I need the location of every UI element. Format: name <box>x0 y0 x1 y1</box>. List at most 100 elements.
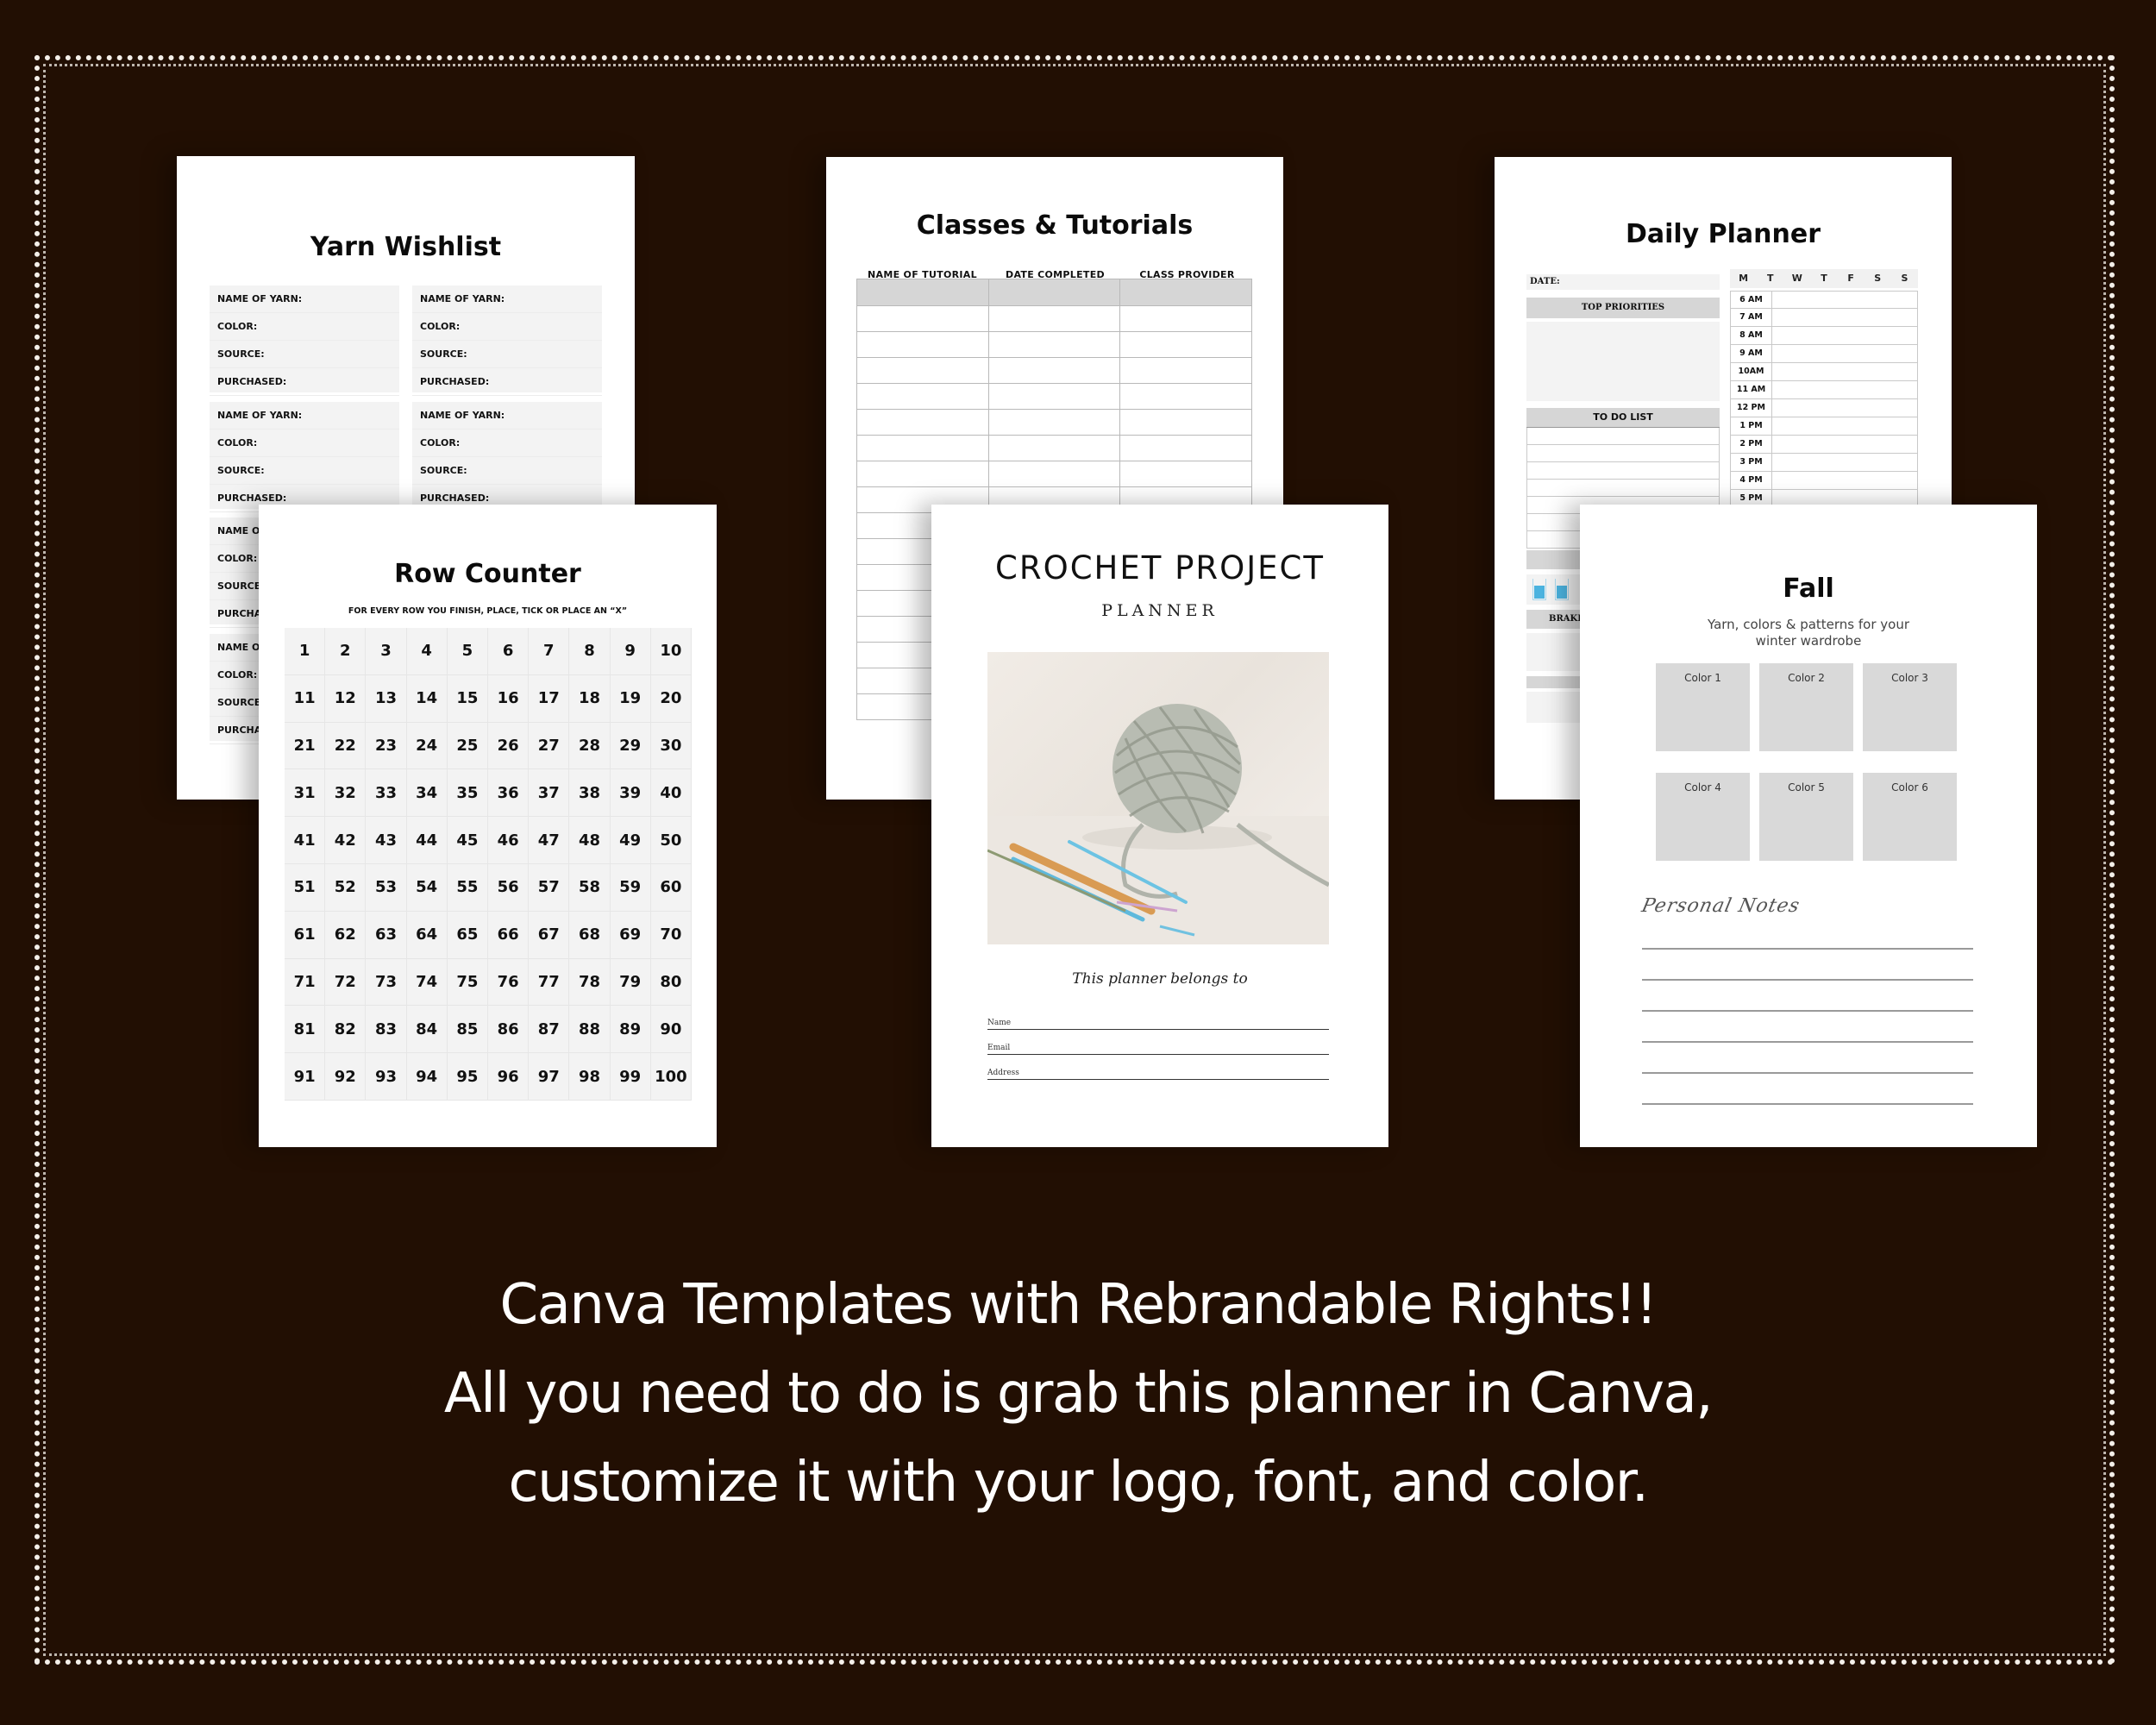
table-cell[interactable] <box>987 331 1121 358</box>
table-cell[interactable] <box>1119 331 1252 358</box>
yarn-field-label[interactable]: NAME OF YARN: <box>412 285 602 313</box>
row-counter-cell[interactable]: 62 <box>325 911 367 959</box>
row-counter-cell[interactable]: 81 <box>285 1006 326 1054</box>
row-counter-cell[interactable]: 90 <box>650 1006 692 1054</box>
time-slot[interactable] <box>1772 309 1917 326</box>
table-cell[interactable] <box>1119 383 1252 410</box>
date-field[interactable]: DATE: <box>1526 274 1720 290</box>
water-glass-icon[interactable] <box>1555 579 1569 600</box>
row-counter-cell[interactable]: 73 <box>366 958 407 1007</box>
row-counter-cell[interactable]: 89 <box>610 1006 651 1054</box>
yarn-field-label[interactable]: NAME OF YARN: <box>412 402 602 430</box>
row-counter-cell[interactable]: 74 <box>406 958 448 1007</box>
row-counter-cell[interactable]: 53 <box>366 863 407 912</box>
row-counter-cell[interactable]: 75 <box>447 958 488 1007</box>
time-slot[interactable] <box>1772 381 1917 398</box>
row-counter-cell[interactable]: 24 <box>406 722 448 770</box>
row-counter-cell[interactable]: 58 <box>569 863 611 912</box>
row-counter-cell[interactable]: 13 <box>366 674 407 723</box>
schedule-row[interactable]: 6 AM <box>1730 291 1918 309</box>
schedule-row[interactable]: 7 AM <box>1730 309 1918 327</box>
table-cell[interactable] <box>987 383 1121 410</box>
row-counter-cell[interactable]: 39 <box>610 769 651 818</box>
row-counter-cell[interactable]: 16 <box>488 674 530 723</box>
row-counter-cell[interactable]: 55 <box>447 863 488 912</box>
row-counter-cell[interactable]: 41 <box>285 817 326 864</box>
schedule-row[interactable]: 4 PM <box>1730 472 1918 490</box>
table-cell[interactable] <box>1119 357 1252 384</box>
row-counter-cell[interactable]: 32 <box>325 769 367 818</box>
row-counter-cell[interactable]: 79 <box>610 958 651 1007</box>
schedule-row[interactable]: 12 PM <box>1730 399 1918 417</box>
todo-line[interactable] <box>1526 480 1720 497</box>
row-counter-cell[interactable]: 34 <box>406 769 448 818</box>
row-counter-cell[interactable]: 85 <box>447 1006 488 1054</box>
row-counter-cell[interactable]: 68 <box>569 911 611 959</box>
row-counter-cell[interactable]: 54 <box>406 863 448 912</box>
row-counter-cell[interactable]: 7 <box>529 628 570 675</box>
time-slot[interactable] <box>1772 345 1917 362</box>
row-counter-cell[interactable]: 49 <box>610 817 651 864</box>
time-slot[interactable] <box>1772 472 1917 489</box>
color-swatch[interactable]: Color 4 <box>1656 773 1750 861</box>
color-swatch[interactable]: Color 5 <box>1759 773 1853 861</box>
row-counter-cell[interactable]: 38 <box>569 769 611 818</box>
row-counter-cell[interactable]: 96 <box>488 1053 530 1101</box>
row-counter-cell[interactable]: 77 <box>529 958 570 1007</box>
time-slot[interactable] <box>1772 454 1917 471</box>
row-counter-cell[interactable]: 46 <box>488 817 530 864</box>
row-counter-cell[interactable]: 84 <box>406 1006 448 1054</box>
yarn-field-label[interactable]: SOURCE: <box>210 457 399 485</box>
row-counter-cell[interactable]: 23 <box>366 722 407 770</box>
row-counter-cell[interactable]: 25 <box>447 722 488 770</box>
table-cell[interactable] <box>1119 409 1252 436</box>
row-counter-cell[interactable]: 88 <box>569 1006 611 1054</box>
top-priorities-area[interactable] <box>1526 322 1720 401</box>
row-counter-cell[interactable]: 95 <box>447 1053 488 1101</box>
note-line[interactable] <box>1642 948 1973 950</box>
owner-field-address[interactable]: Address <box>987 1063 1329 1080</box>
row-counter-cell[interactable]: 57 <box>529 863 570 912</box>
row-counter-cell[interactable]: 19 <box>610 674 651 723</box>
todo-line[interactable] <box>1526 445 1720 462</box>
row-counter-cell[interactable]: 48 <box>569 817 611 864</box>
row-counter-cell[interactable]: 82 <box>325 1006 367 1054</box>
yarn-field-label[interactable]: PURCHASED: <box>210 368 399 396</box>
row-counter-cell[interactable]: 61 <box>285 911 326 959</box>
row-counter-cell[interactable]: 50 <box>650 817 692 864</box>
table-cell[interactable] <box>1119 435 1252 461</box>
row-counter-cell[interactable]: 12 <box>325 674 367 723</box>
row-counter-cell[interactable]: 8 <box>569 628 611 675</box>
row-counter-cell[interactable]: 29 <box>610 722 651 770</box>
time-slot[interactable] <box>1772 292 1917 308</box>
row-counter-cell[interactable]: 31 <box>285 769 326 818</box>
row-counter-cell[interactable]: 64 <box>406 911 448 959</box>
table-cell[interactable] <box>856 305 989 332</box>
row-counter-cell[interactable]: 2 <box>325 628 367 675</box>
row-counter-cell[interactable]: 52 <box>325 863 367 912</box>
table-cell[interactable] <box>856 383 989 410</box>
owner-field-email[interactable]: Email <box>987 1038 1329 1055</box>
row-counter-cell[interactable]: 1 <box>285 628 326 675</box>
row-counter-cell[interactable]: 30 <box>650 722 692 770</box>
row-counter-cell[interactable]: 37 <box>529 769 570 818</box>
row-counter-cell[interactable]: 76 <box>488 958 530 1007</box>
schedule-row[interactable]: 3 PM <box>1730 454 1918 472</box>
row-counter-cell[interactable]: 94 <box>406 1053 448 1101</box>
yarn-field-label[interactable]: PURCHASED: <box>412 368 602 396</box>
row-counter-cell[interactable]: 97 <box>529 1053 570 1101</box>
row-counter-cell[interactable]: 47 <box>529 817 570 864</box>
row-counter-cell[interactable]: 65 <box>447 911 488 959</box>
yarn-field-label[interactable]: COLOR: <box>210 430 399 457</box>
row-counter-cell[interactable]: 93 <box>366 1053 407 1101</box>
row-counter-cell[interactable]: 9 <box>610 628 651 675</box>
row-counter-cell[interactable]: 17 <box>529 674 570 723</box>
row-counter-cell[interactable]: 21 <box>285 722 326 770</box>
table-cell[interactable] <box>856 331 989 358</box>
yarn-field-label[interactable]: NAME OF YARN: <box>210 285 399 313</box>
yarn-field-label[interactable]: COLOR: <box>412 430 602 457</box>
row-counter-cell[interactable]: 42 <box>325 817 367 864</box>
color-swatch[interactable]: Color 1 <box>1656 663 1750 751</box>
row-counter-cell[interactable]: 86 <box>488 1006 530 1054</box>
row-counter-cell[interactable]: 43 <box>366 817 407 864</box>
